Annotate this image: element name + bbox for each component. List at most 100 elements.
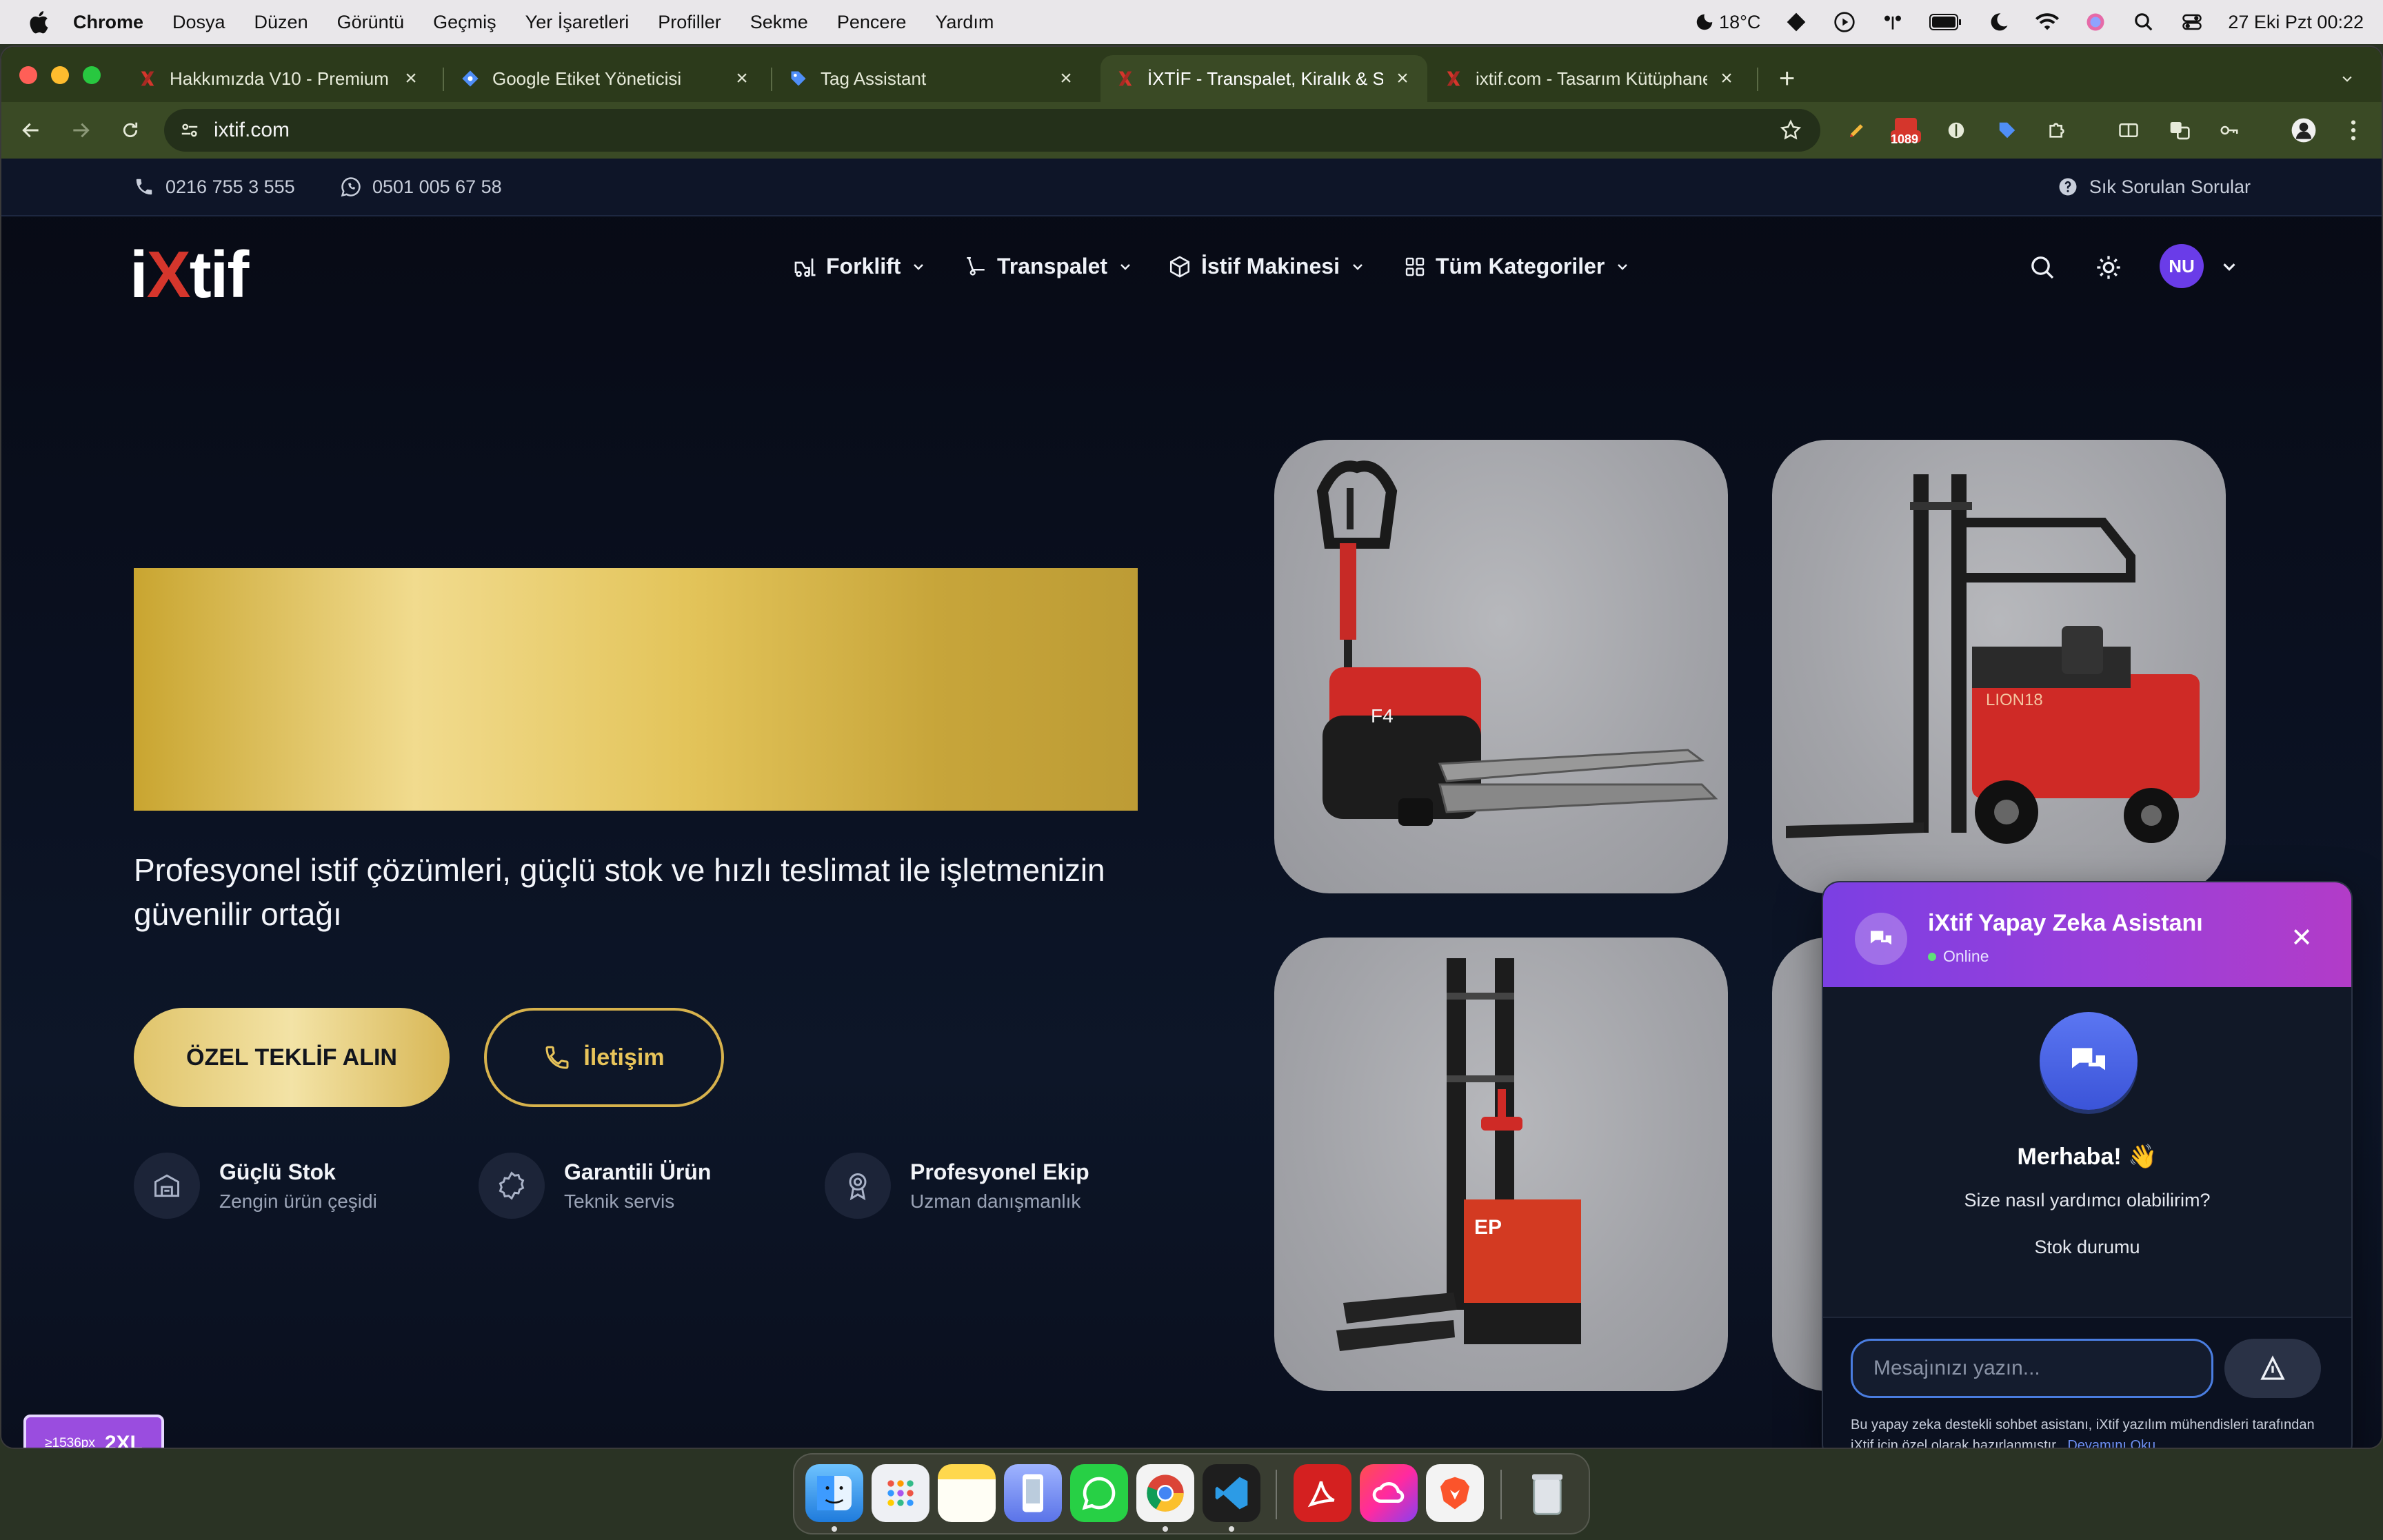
search-icon[interactable]: [2029, 254, 2056, 285]
window-zoom-button[interactable]: [83, 66, 101, 84]
stacker-image: EP: [1336, 958, 1581, 1351]
theme-sun-icon[interactable]: [2095, 254, 2122, 285]
phone-link[interactable]: 0216 755 3 555: [134, 176, 295, 198]
forward-arrow-icon[interactable]: [68, 117, 94, 143]
chat-header: iXtif Yapay Zeka Asistanı Online ✕: [1823, 882, 2351, 987]
chat-close-icon[interactable]: ✕: [2291, 922, 2313, 953]
tab-tag-assistant[interactable]: Tag Assistant ×: [774, 55, 1091, 102]
diamond-status-icon[interactable]: [1784, 10, 1809, 34]
chat-message-input[interactable]: Mesajınızı yazın...: [1851, 1339, 2213, 1398]
faq-link[interactable]: Sık Sorulan Sorular: [2058, 176, 2251, 198]
nav-transpalet[interactable]: Transpalet: [964, 254, 1134, 279]
phone-number: 0216 755 3 555: [165, 176, 295, 197]
weather-icon[interactable]: 18°C: [1694, 10, 1760, 34]
contact-button[interactable]: İletişim: [484, 1008, 724, 1107]
spotlight-search-icon[interactable]: [2131, 10, 2156, 34]
translate-icon[interactable]: [2166, 117, 2193, 143]
mail-extension-icon[interactable]: 1089: [1888, 117, 1924, 146]
tag-extension-icon[interactable]: [1994, 117, 2020, 143]
menu-goruntu[interactable]: Görüntü: [337, 12, 405, 33]
feature-title: Profesyonel Ekip: [910, 1159, 1089, 1184]
tab-search-dropdown[interactable]: [2325, 55, 2369, 102]
ixtif-x-icon: [1116, 69, 1135, 88]
chat-disclaimer: Bu yapay zeka destekli sohbet asistanı, …: [1851, 1415, 2326, 1448]
user-avatar[interactable]: NU: [2160, 244, 2204, 288]
menu-profiller[interactable]: Profiller: [658, 12, 721, 33]
chevron-down-icon[interactable]: [2219, 256, 2240, 281]
profile-avatar-icon[interactable]: [2291, 117, 2317, 143]
moon-icon[interactable]: [1987, 10, 2011, 34]
tab-close-icon[interactable]: ×: [1056, 68, 1076, 89]
tab-close-icon[interactable]: ×: [732, 68, 752, 89]
browser-menu-icon[interactable]: [2340, 117, 2366, 143]
tab-close-icon[interactable]: ×: [1717, 68, 1736, 89]
address-bar[interactable]: ixtif.com: [164, 109, 1820, 152]
window-close-button[interactable]: [19, 66, 37, 84]
shield-extension-icon[interactable]: [1943, 117, 1969, 143]
creative-cloud-icon[interactable]: [1360, 1464, 1418, 1522]
browser-toolbar: ixtif.com 1089: [1, 102, 2382, 159]
tab-google-etiket[interactable]: Google Etiket Yöneticisi ×: [445, 55, 767, 102]
nav-istif-label: İstif Makinesi: [1201, 254, 1340, 278]
vscode-icon[interactable]: [1203, 1464, 1260, 1522]
back-arrow-icon[interactable]: [18, 117, 44, 143]
reading-mode-icon[interactable]: [2115, 117, 2142, 143]
ixtif-logo[interactable]: iXtif: [130, 237, 249, 313]
bookmark-star-icon[interactable]: [1779, 119, 1802, 145]
menu-dosya[interactable]: Dosya: [172, 12, 225, 33]
trash-icon[interactable]: [1518, 1464, 1576, 1522]
tab-close-icon[interactable]: ×: [1393, 68, 1412, 89]
control-center-icon[interactable]: [2180, 10, 2204, 34]
read-more-link[interactable]: Devamını Oku: [2067, 1438, 2155, 1448]
battery-icon[interactable]: [1929, 10, 1963, 34]
wifi-icon[interactable]: [2035, 10, 2060, 34]
chevron-down-icon: [914, 263, 924, 270]
tab-ixtif-tasarim[interactable]: ixtif.com - Tasarım Kütüphane ×: [1429, 55, 1751, 102]
reload-icon[interactable]: [117, 117, 143, 143]
online-dot-icon: [1928, 952, 1936, 961]
chat-send-button[interactable]: [2224, 1339, 2321, 1398]
menu-duzen[interactable]: Düzen: [254, 12, 308, 33]
tab-close-icon[interactable]: ×: [401, 68, 421, 89]
acrobat-icon[interactable]: [1294, 1464, 1351, 1522]
pen-extension-icon[interactable]: [1844, 117, 1870, 143]
menu-app-chrome[interactable]: Chrome: [73, 12, 143, 33]
brave-icon[interactable]: [1426, 1464, 1484, 1522]
menu-gecmis[interactable]: Geçmiş: [433, 12, 496, 33]
play-status-icon[interactable]: [1832, 10, 1857, 34]
breakpoint-min: ≥1536px: [45, 1436, 95, 1449]
menu-sekme[interactable]: Sekme: [750, 12, 808, 33]
password-key-icon[interactable]: [2216, 117, 2242, 143]
chat-suggestion-stok[interactable]: Stok durumu: [1823, 1237, 2351, 1258]
special-offer-button[interactable]: ÖZEL TEKLİF ALIN: [134, 1008, 450, 1107]
whatsapp-icon[interactable]: [1070, 1464, 1128, 1522]
network-status-icon[interactable]: [1880, 10, 1905, 34]
product-card-pallet-truck[interactable]: F4: [1274, 440, 1728, 893]
apple-logo-icon[interactable]: [26, 8, 54, 36]
puzzle-extensions-icon[interactable]: [2044, 117, 2070, 143]
menu-pencere[interactable]: Pencere: [837, 12, 907, 33]
feature-profesyonel-ekip: Profesyonel Ekip Uzman danışmanlık: [825, 1153, 1089, 1219]
tab-ixtif-active[interactable]: İXTİF - Transpalet, Kiralık & S ×: [1100, 55, 1427, 102]
product-card-forklift[interactable]: LION18: [1772, 440, 2226, 893]
finder-icon[interactable]: [805, 1464, 863, 1522]
new-tab-button[interactable]: +: [1764, 55, 1798, 102]
nav-tum-kategoriler[interactable]: Tüm Kategoriler: [1404, 254, 1631, 279]
site-info-icon[interactable]: [179, 120, 200, 141]
nav-istif-makinesi[interactable]: İstif Makinesi: [1168, 254, 1366, 279]
siri-icon[interactable]: [2083, 10, 2108, 34]
nav-forklift[interactable]: Forklift: [792, 254, 927, 279]
chrome-icon[interactable]: [1136, 1464, 1194, 1522]
product-card-stacker[interactable]: EP: [1274, 938, 1728, 1391]
launchpad-icon[interactable]: [872, 1464, 929, 1522]
notes-icon[interactable]: [938, 1464, 996, 1522]
menu-yer-isaretleri[interactable]: Yer İşaretleri: [525, 12, 630, 33]
whatsapp-link[interactable]: 0501 005 67 58: [341, 176, 502, 198]
menubar-clock[interactable]: 27 Eki Pzt 00:22: [2228, 12, 2364, 33]
chat-status: Online: [1928, 947, 1989, 966]
menu-yardim[interactable]: Yardım: [935, 12, 994, 33]
url-text[interactable]: ixtif.com: [214, 119, 290, 142]
tab-hakkimizda[interactable]: Hakkımızda V10 - Premium D ×: [123, 55, 436, 102]
window-minimize-button[interactable]: [51, 66, 69, 84]
simulator-icon[interactable]: [1004, 1464, 1062, 1522]
